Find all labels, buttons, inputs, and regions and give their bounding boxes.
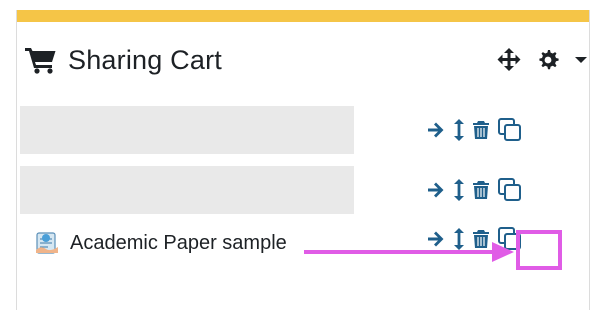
copy-icon[interactable] <box>497 117 523 143</box>
list-item: Academic Paper sample <box>20 222 554 264</box>
trash-icon[interactable] <box>472 229 490 249</box>
item-actions <box>426 106 523 154</box>
item-name: Academic Paper sample <box>70 231 287 254</box>
move-arrows-icon[interactable] <box>496 47 522 73</box>
list-item <box>20 166 554 216</box>
trash-icon[interactable] <box>472 120 490 140</box>
cart-icon <box>25 48 56 74</box>
cart-item[interactable]: Academic Paper sample <box>34 226 287 260</box>
move-vertical-icon[interactable] <box>453 178 465 202</box>
list-item <box>20 106 554 156</box>
item-placeholder <box>20 106 354 154</box>
trash-icon[interactable] <box>472 180 490 200</box>
move-vertical-icon[interactable] <box>453 227 465 251</box>
item-actions <box>426 222 523 256</box>
caret-down-icon[interactable] <box>574 55 588 65</box>
move-vertical-icon[interactable] <box>453 118 465 142</box>
copy-icon[interactable] <box>497 177 523 203</box>
block-accent-bar <box>17 10 589 22</box>
block-header: Sharing Cart <box>24 42 588 78</box>
arrow-right-icon[interactable] <box>426 120 446 140</box>
item-actions <box>426 166 523 214</box>
arrow-right-icon[interactable] <box>426 229 446 249</box>
copy-highlight-box <box>516 230 562 270</box>
block-controls <box>496 47 588 73</box>
gear-icon[interactable] <box>536 48 560 72</box>
item-placeholder <box>20 166 354 214</box>
assignment-icon <box>36 232 58 254</box>
arrow-right-icon[interactable] <box>426 180 446 200</box>
block-title: Sharing Cart <box>68 44 222 75</box>
